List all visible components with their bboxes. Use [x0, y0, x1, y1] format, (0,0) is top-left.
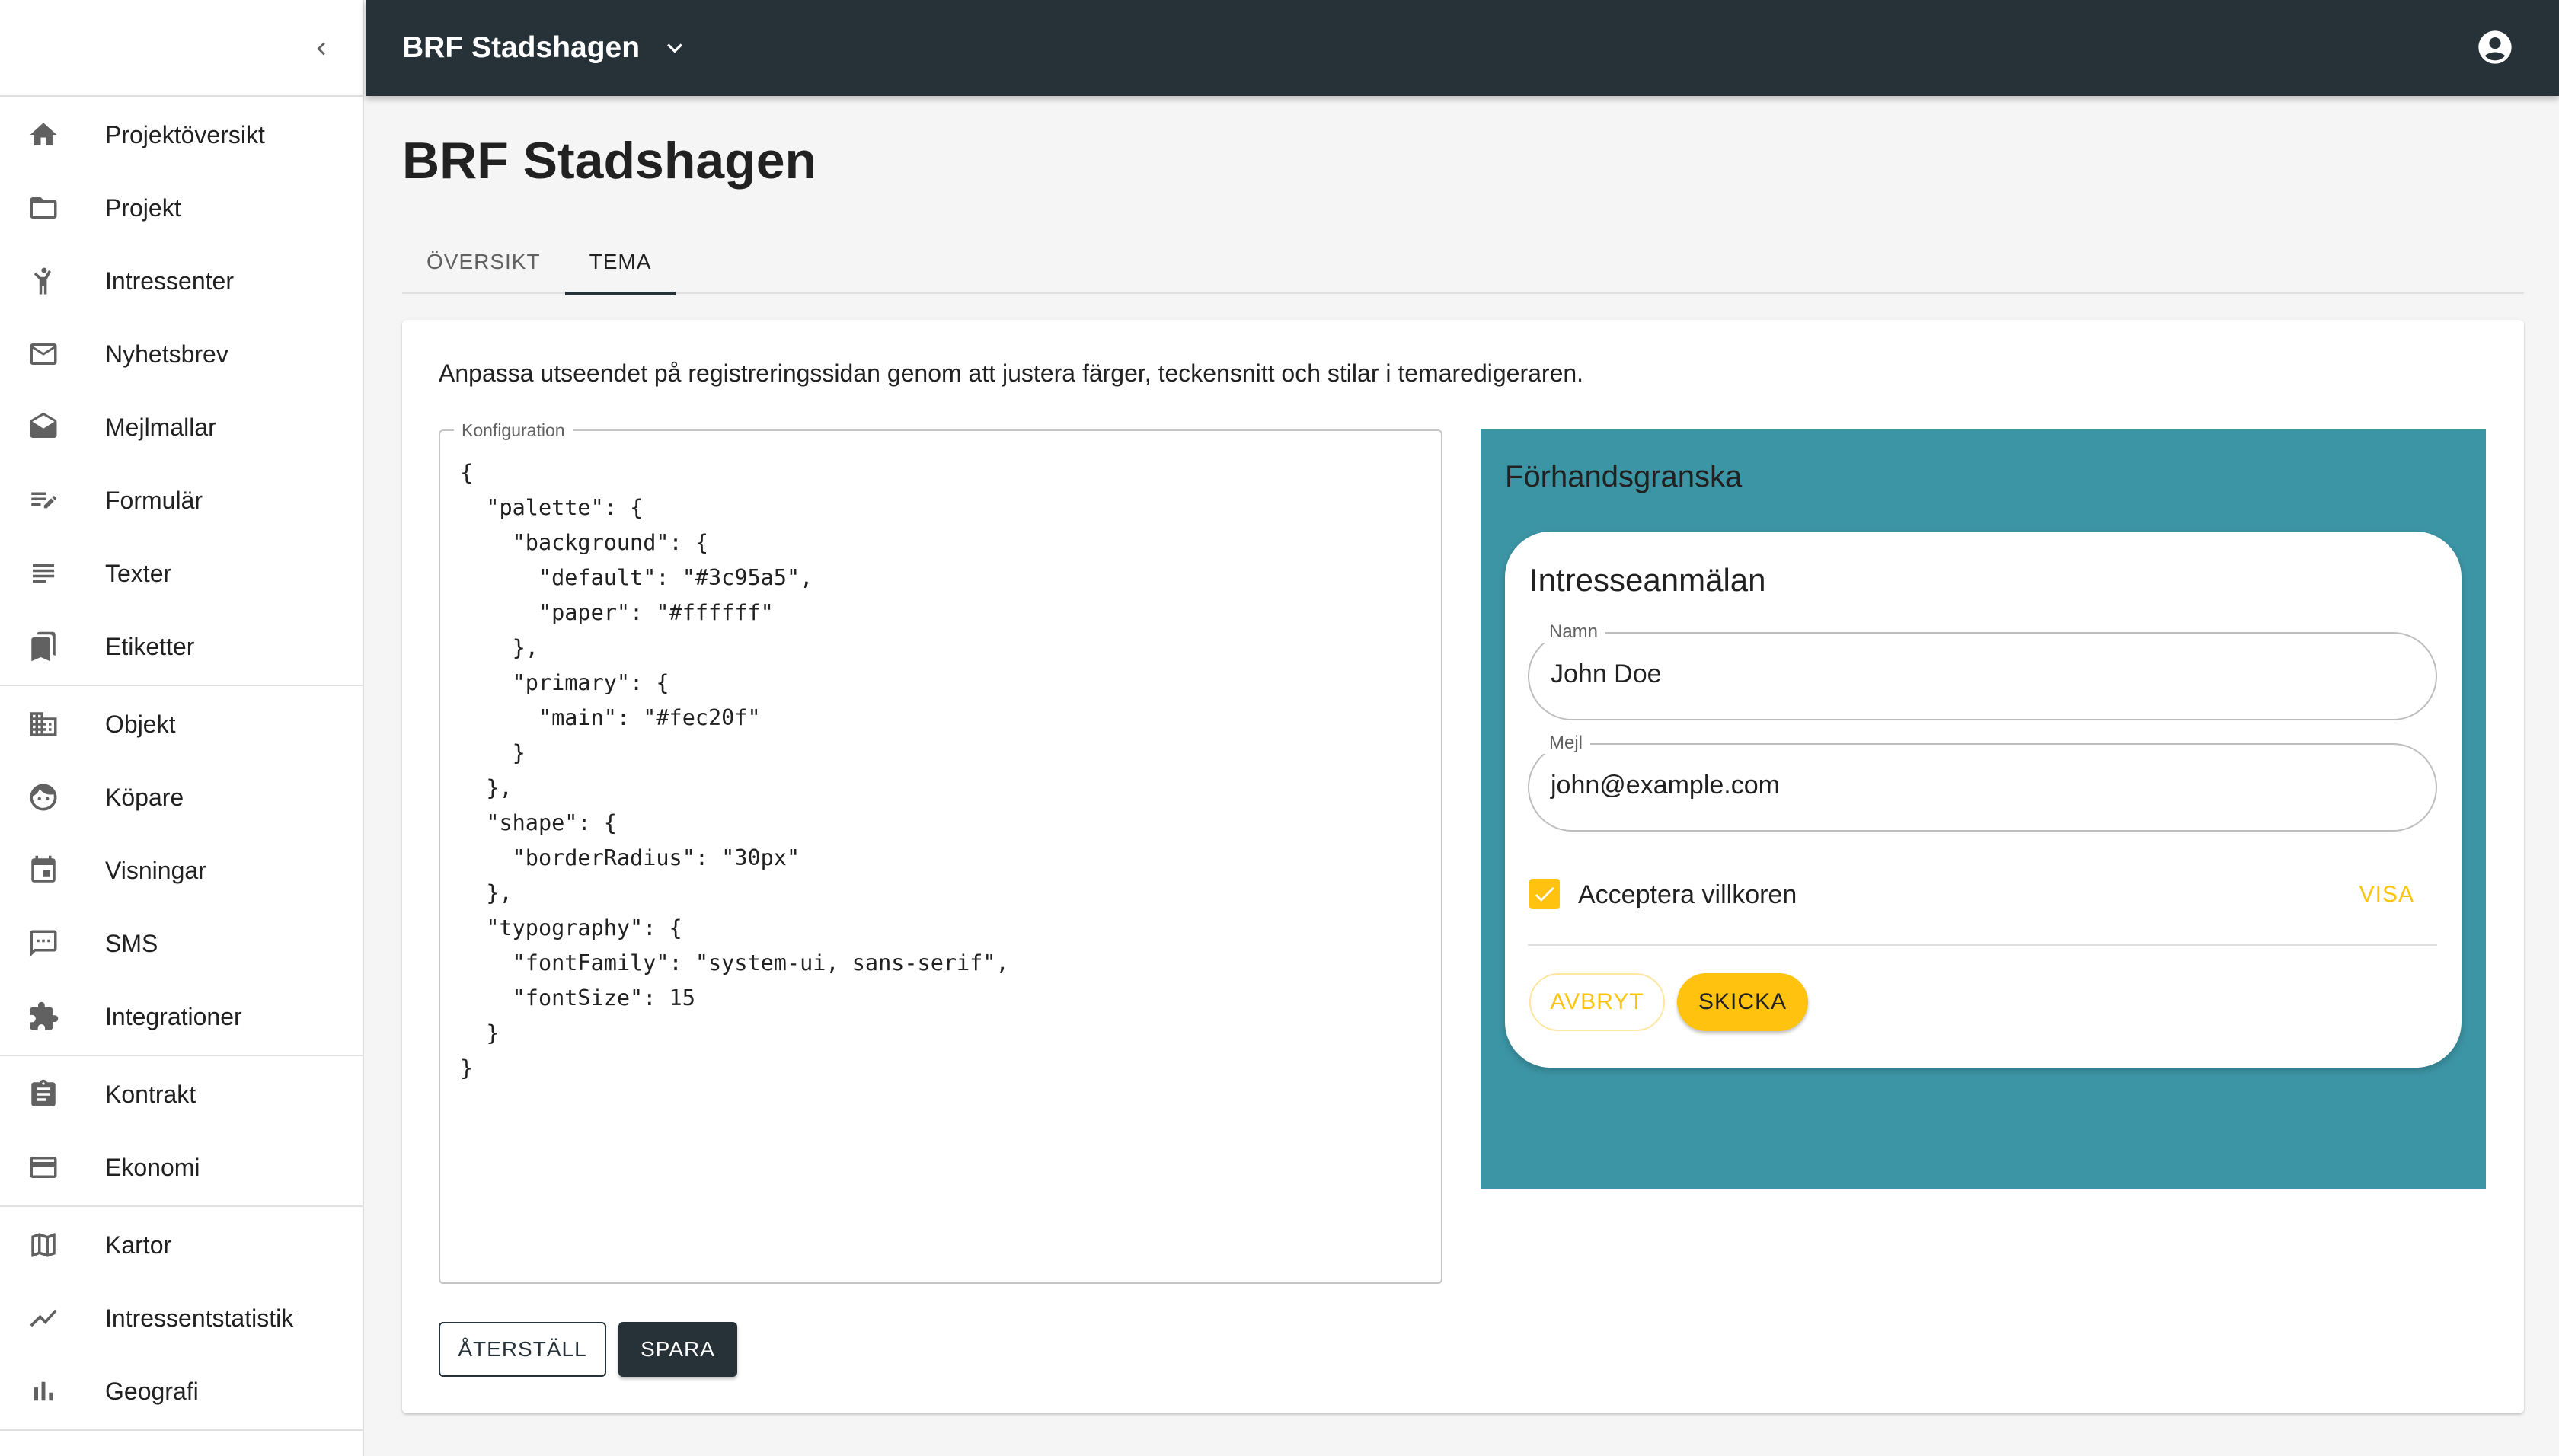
form-title: Intresseanmälan [1529, 562, 1766, 598]
sidebar-nav: Projektöversikt Projekt Intressenter Nyhets… [0, 97, 363, 1431]
sidebar-item-köpare[interactable]: Köpare [0, 761, 363, 834]
collapse-sidebar-button[interactable] [302, 29, 341, 69]
bookmarks-icon [27, 631, 59, 663]
sidebar-item-label: Visningar [105, 856, 206, 884]
sidebar-item-label: Nyhetsbrev [105, 340, 228, 368]
sidebar-item-label: Intressentstatistik [105, 1304, 294, 1332]
sidebar-item-kontrakt[interactable]: Kontrakt [0, 1058, 363, 1131]
intro-text: Anpassa utseendet på registreringssidan … [439, 359, 1584, 387]
top-app-bar: BRF Stadshagen [366, 0, 2559, 96]
sidebar-item-label: Formulär [105, 486, 203, 514]
nav-group: Projektöversikt Projekt Intressenter Nyhets… [0, 97, 363, 686]
folder-icon [27, 192, 59, 224]
edit-note-icon [27, 484, 59, 516]
nav-group: Kartor Intressentstatistik Geografi [0, 1207, 363, 1431]
sidebar-item-ekonomi[interactable]: Ekonomi [0, 1131, 363, 1204]
chevron-left-icon [317, 42, 325, 56]
sidebar-item-objekt[interactable]: Objekt [0, 688, 363, 761]
sidebar-item-formulär[interactable]: Formulär [0, 464, 363, 537]
sidebar-item-label: Projekt [105, 193, 181, 222]
drafts-icon [27, 411, 59, 443]
sidebar-item-intressenter[interactable]: Intressenter [0, 244, 363, 318]
tab-oversikt[interactable]: ÖVERSIKT [402, 230, 565, 294]
face-icon [27, 781, 59, 813]
page-title: BRF Stadshagen [402, 132, 817, 190]
building-icon [27, 708, 59, 740]
email-field-value: john@example.com [1551, 771, 1780, 800]
sidebar: Projektöversikt Projekt Intressenter Nyhets… [0, 0, 364, 1456]
chevron-down-icon [660, 33, 690, 63]
preview-title: Förhandsgranska [1505, 460, 1743, 493]
assignment-icon [27, 1078, 59, 1110]
credit-card-icon [27, 1151, 59, 1183]
home-icon [27, 119, 59, 151]
calendar-icon [27, 854, 59, 886]
config-editor[interactable]: Konfiguration { "palette": { "background… [439, 420, 1442, 1284]
sidebar-item-label: Ekonomi [105, 1153, 200, 1181]
sidebar-item-projekt[interactable]: Projekt [0, 171, 363, 244]
config-code[interactable]: { "palette": { "background": { "default"… [460, 455, 1009, 1086]
sidebar-item-projektöversikt[interactable]: Projektöversikt [0, 98, 363, 171]
project-selector[interactable]: BRF Stadshagen [402, 31, 690, 65]
sidebar-item-label: Köpare [105, 783, 184, 811]
preview-panel: Förhandsgranska Intresseanmälan Namn Joh… [1481, 429, 2486, 1189]
name-field-value: John Doe [1551, 659, 1662, 688]
sidebar-item-texter[interactable]: Texter [0, 537, 363, 610]
sidebar-item-integrationer[interactable]: Integrationer [0, 980, 363, 1053]
mail-icon [27, 338, 59, 370]
name-field-label: Namn [1541, 621, 1606, 643]
bar-chart-icon [27, 1375, 59, 1407]
puzzle-icon [27, 1001, 59, 1033]
config-label: Konfiguration [454, 420, 573, 441]
sidebar-item-etiketter[interactable]: Etiketter [0, 610, 363, 683]
sidebar-item-label: Mejlmallar [105, 413, 216, 441]
subject-icon [27, 557, 59, 589]
map-icon [27, 1229, 59, 1261]
terms-label: Acceptera villkoren [1578, 880, 1797, 909]
sidebar-item-nyhetsbrev[interactable]: Nyhetsbrev [0, 318, 363, 391]
sidebar-item-label: Intressenter [105, 267, 234, 295]
terms-row: Acceptera villkoren VISA [1528, 871, 2437, 917]
form-divider [1528, 944, 2437, 946]
account-circle-icon [2478, 30, 2512, 64]
sidebar-item-label: SMS [105, 929, 158, 957]
email-field[interactable]: Mejl john@example.com [1528, 733, 2437, 832]
sidebar-item-visningar[interactable]: Visningar [0, 834, 363, 907]
save-button[interactable]: SPARA [618, 1322, 737, 1377]
account-button[interactable] [2475, 27, 2515, 67]
sidebar-item-label: Projektöversikt [105, 120, 265, 148]
sidebar-item-label: Integrationer [105, 1002, 242, 1030]
sms-icon [27, 928, 59, 959]
sidebar-item-label: Kontrakt [105, 1080, 196, 1108]
person-waving-icon [27, 265, 59, 297]
sidebar-item-label: Texter [105, 559, 172, 587]
project-name: BRF Stadshagen [402, 31, 641, 64]
submit-button[interactable]: SKICKA [1677, 973, 1808, 1031]
preview-form-card: Intresseanmälan Namn John Doe Mejl john@… [1505, 532, 2462, 1068]
view-terms-button[interactable]: VISA [2359, 882, 2414, 908]
sidebar-item-label: Objekt [105, 710, 176, 738]
nav-group: Kontrakt Ekonomi [0, 1056, 363, 1207]
name-field[interactable]: Namn John Doe [1528, 621, 2437, 720]
tab-bar: ÖVERSIKT TEMA [402, 230, 2524, 295]
sidebar-item-geografi[interactable]: Geografi [0, 1355, 363, 1428]
sidebar-item-label: Etiketter [105, 632, 195, 660]
nav-group: Objekt Köpare Visningar SMS Integrationer [0, 686, 363, 1056]
sidebar-item-intressentstatistik[interactable]: Intressentstatistik [0, 1282, 363, 1355]
sidebar-item-sms[interactable]: SMS [0, 907, 363, 980]
sidebar-item-label: Kartor [105, 1231, 172, 1259]
check-icon [1535, 886, 1554, 902]
sidebar-header [0, 0, 363, 97]
email-field-label: Mejl [1541, 733, 1591, 754]
sidebar-item-label: Geografi [105, 1377, 199, 1405]
reset-button[interactable]: ÅTERSTÄLL [439, 1322, 606, 1377]
tab-tema[interactable]: TEMA [564, 230, 676, 295]
sidebar-item-mejlmallar[interactable]: Mejlmallar [0, 391, 363, 464]
sidebar-item-kartor[interactable]: Kartor [0, 1209, 363, 1282]
cancel-button[interactable]: AVBRYT [1529, 973, 1665, 1031]
theme-card: Anpassa utseendet på registreringssidan … [402, 320, 2524, 1413]
terms-checkbox[interactable] [1529, 879, 1560, 909]
trend-icon [27, 1302, 59, 1334]
